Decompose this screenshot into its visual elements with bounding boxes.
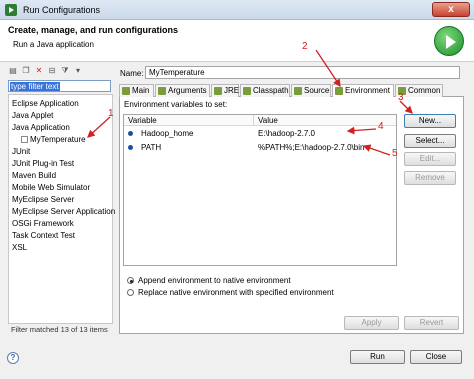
- left-toolbar: ▤ ❐ ✕ ⊟ ⧩ ▾: [8, 66, 83, 78]
- window-close-button[interactable]: x: [432, 2, 470, 17]
- tree-item-mytemperature[interactable]: MyTemperature: [21, 134, 86, 145]
- name-label: Name:: [120, 69, 144, 78]
- new-config-icon[interactable]: ▤: [8, 66, 18, 76]
- filter-icon[interactable]: ⧩: [60, 66, 70, 76]
- radio-unchecked-icon: [127, 289, 134, 296]
- filter-status: Filter matched 13 of 13 items: [11, 325, 108, 334]
- annotation-1: 1: [108, 108, 114, 119]
- header-subtitle: Run a Java application: [13, 40, 94, 49]
- tab-jre[interactable]: JRE: [211, 84, 239, 97]
- new-button[interactable]: New...: [404, 114, 456, 128]
- table-row[interactable]: Hadoop_home E:\hadoop-2.7.0: [124, 128, 396, 140]
- header-title: Create, manage, and run configurations: [8, 25, 179, 35]
- dialog-header: Create, manage, and run configurations R…: [0, 20, 474, 62]
- tab-environment[interactable]: Environment: [332, 84, 394, 98]
- tree-item-osgi-framework[interactable]: OSGi Framework: [12, 218, 74, 229]
- help-icon[interactable]: ?: [7, 352, 19, 364]
- tree-item-myeclipse-server-application[interactable]: MyEclipse Server Application: [12, 206, 115, 217]
- tab-source[interactable]: Source: [291, 84, 331, 97]
- run-button[interactable]: Run: [350, 350, 405, 364]
- env-table: Variable Value Hadoop_home E:\hadoop-2.7…: [123, 114, 397, 266]
- tree-item-junit[interactable]: JUnit: [12, 146, 30, 157]
- edit-button[interactable]: Edit...: [404, 152, 456, 166]
- run-app-icon: [5, 3, 17, 16]
- run-logo-icon: [434, 26, 464, 56]
- table-row[interactable]: PATH %PATH%;E:\hadoop-2.7.0\bin: [124, 142, 396, 154]
- delete-icon[interactable]: ✕: [34, 66, 44, 76]
- revert-button[interactable]: Revert: [404, 316, 459, 330]
- tree-item-mobile-web-simulator[interactable]: Mobile Web Simulator: [12, 182, 90, 193]
- select-button[interactable]: Select...: [404, 134, 456, 148]
- tree-item-task-context-test[interactable]: Task Context Test: [12, 230, 75, 241]
- dropdown-icon[interactable]: ▾: [73, 66, 83, 76]
- filter-placeholder: type filter text: [10, 82, 60, 91]
- tree-item-junit-plugin-test[interactable]: JUnit Plug-in Test: [12, 158, 74, 169]
- variable-name: PATH: [141, 143, 162, 152]
- duplicate-icon[interactable]: ❐: [21, 66, 31, 76]
- filter-input[interactable]: type filter text: [8, 80, 111, 92]
- append-env-option[interactable]: Append environment to native environment: [127, 276, 291, 286]
- variable-name: Hadoop_home: [141, 129, 194, 138]
- annotation-5: 5: [392, 148, 398, 159]
- java-config-icon: [21, 136, 28, 143]
- tree-item-java-application[interactable]: Java Application: [12, 122, 70, 133]
- tree-item-xsl[interactable]: XSL: [12, 242, 27, 253]
- tab-arguments[interactable]: Arguments: [155, 84, 210, 97]
- tab-classpath[interactable]: Classpath: [240, 84, 290, 97]
- env-vars-label: Environment variables to set:: [124, 100, 228, 109]
- close-button[interactable]: Close: [410, 350, 462, 364]
- variable-value: %PATH%;E:\hadoop-2.7.0\bin: [258, 143, 365, 152]
- config-type-panel: ▤ ❐ ✕ ⊟ ⧩ ▾ type filter text Eclipse App…: [5, 63, 115, 340]
- config-tree: Eclipse Application Java Applet Java App…: [8, 94, 115, 324]
- tab-main[interactable]: Main: [119, 84, 154, 97]
- column-header-variable[interactable]: Variable: [124, 115, 254, 126]
- name-field[interactable]: MyTemperature: [145, 66, 460, 79]
- replace-env-option[interactable]: Replace native environment with specifie…: [127, 288, 334, 298]
- window-title: Run Configurations: [23, 4, 101, 15]
- variable-icon: [128, 131, 133, 136]
- column-header-value[interactable]: Value: [254, 115, 396, 126]
- apply-button[interactable]: Apply: [344, 316, 399, 330]
- tree-item-eclipse-application[interactable]: Eclipse Application: [12, 98, 79, 109]
- annotation-3: 3: [398, 92, 404, 103]
- variable-value: E:\hadoop-2.7.0: [258, 129, 315, 138]
- config-tabs: Main Arguments JRE Classpath Source Envi…: [119, 84, 464, 98]
- tree-item-myeclipse-server[interactable]: MyEclipse Server: [12, 194, 74, 205]
- remove-button[interactable]: Remove: [404, 171, 456, 185]
- tree-item-maven-build[interactable]: Maven Build: [12, 170, 56, 181]
- variable-icon: [128, 145, 133, 150]
- collapse-icon[interactable]: ⊟: [47, 66, 57, 76]
- annotation-2: 2: [302, 41, 308, 52]
- annotation-4: 4: [378, 121, 384, 132]
- tree-item-java-applet[interactable]: Java Applet: [12, 110, 53, 121]
- radio-checked-icon: [127, 277, 134, 284]
- title-bar: Run Configurations x: [0, 0, 474, 20]
